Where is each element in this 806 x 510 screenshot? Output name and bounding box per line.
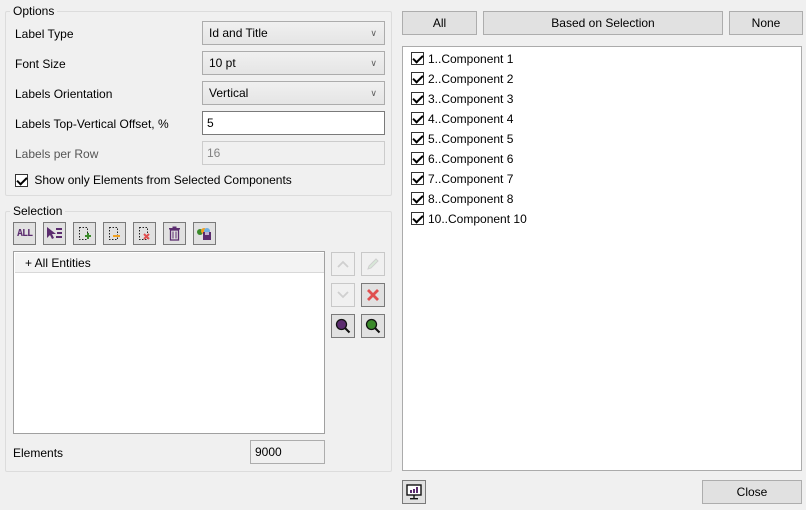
chevron-down-icon: ∨ [370,58,377,68]
options-title: Options [10,4,58,18]
presentation-chart-icon [406,484,422,500]
pencil-icon [367,258,379,270]
move-up-button[interactable] [331,252,355,276]
select-all-button[interactable]: ALL [13,222,36,245]
labels-orientation-select[interactable]: Vertical ∨ [202,81,385,105]
label-type-label: Label Type [15,27,74,41]
tree-item-label: + All Entities [25,256,91,270]
remove-selection-icon [139,227,150,240]
labels-offset-input[interactable]: 5 [202,111,385,135]
subtract-selection-button[interactable] [103,222,126,245]
component-label: 5..Component 5 [428,132,514,146]
based-on-selection-button[interactable]: Based on Selection [483,11,723,35]
add-selection-icon [79,227,91,240]
checkbox-checked-icon[interactable] [411,112,424,126]
checkbox-checked-icon [15,174,28,188]
move-down-button[interactable] [331,283,355,307]
component-label: 6..Component 6 [428,152,514,166]
show-only-selected-checkbox[interactable]: Show only Elements from Selected Compone… [15,172,292,188]
label-type-select[interactable]: Id and Title ∨ [202,21,385,45]
component-item[interactable]: 1..Component 1 [411,49,513,69]
selection-tree[interactable]: + All Entities [13,251,325,434]
component-item[interactable]: 5..Component 5 [411,129,513,149]
checkbox-checked-icon[interactable] [411,72,424,86]
trash-icon [169,226,180,241]
zoom-green-button[interactable] [361,314,385,338]
component-label: 3..Component 3 [428,92,514,106]
checkbox-checked-icon[interactable] [411,52,424,66]
select-all-components-button[interactable]: All [402,11,477,35]
font-size-label: Font Size [15,57,66,71]
font-size-select[interactable]: 10 pt ∨ [202,51,385,75]
save-selection-button[interactable] [193,222,216,245]
component-item[interactable]: 3..Component 3 [411,89,513,109]
labels-orientation-label: Labels Orientation [15,87,113,101]
checkbox-checked-icon[interactable] [411,192,424,206]
component-label: 2..Component 2 [428,72,514,86]
component-label: 10..Component 10 [428,212,527,226]
checkbox-checked-icon[interactable] [411,172,424,186]
select-list-icon [47,227,62,239]
component-item[interactable]: 10..Component 10 [411,209,527,229]
chevron-down-icon: ∨ [370,28,377,38]
edit-button[interactable] [361,252,385,276]
component-label: 1..Component 1 [428,52,514,66]
chevron-down-icon [337,291,349,299]
component-item[interactable]: 4..Component 4 [411,109,513,129]
checkbox-checked-icon[interactable] [411,132,424,146]
magnifier-icon [365,318,381,334]
component-label: 7..Component 7 [428,172,514,186]
close-button[interactable]: Close [702,480,802,504]
selection-title: Selection [10,204,66,218]
add-selection-button[interactable] [73,222,96,245]
elements-label: Elements [13,446,64,460]
select-all-icon: ALL [16,228,33,239]
chevron-up-icon [337,260,349,268]
component-label: 8..Component 8 [428,192,514,206]
tree-item-all-entities[interactable]: + All Entities [15,253,324,273]
checkbox-checked-icon[interactable] [411,92,424,106]
labels-orientation-value: Vertical [209,86,249,100]
labels-per-row-label: Labels per Row [15,147,99,161]
labels-per-row-input: 16 [202,141,385,165]
close-icon [367,289,379,301]
subtract-selection-icon [109,227,120,240]
select-list-button[interactable] [43,222,66,245]
presentation-button[interactable] [402,480,426,504]
labels-offset-label: Labels Top-Vertical Offset, % [15,117,169,131]
label-type-value: Id and Title [209,26,268,40]
component-item[interactable]: 6..Component 6 [411,149,513,169]
checkbox-checked-icon[interactable] [411,152,424,166]
elements-count-field: 9000 [250,440,325,464]
delete-button[interactable] [163,222,186,245]
component-label: 4..Component 4 [428,112,514,126]
remove-button[interactable] [361,283,385,307]
magnifier-icon [335,318,351,334]
chevron-down-icon: ∨ [370,88,377,98]
show-only-selected-label: Show only Elements from Selected Compone… [34,173,292,187]
component-item[interactable]: 7..Component 7 [411,169,513,189]
select-none-button[interactable]: None [729,11,803,35]
component-item[interactable]: 2..Component 2 [411,69,513,89]
component-item[interactable]: 8..Component 8 [411,189,513,209]
zoom-purple-button[interactable] [331,314,355,338]
checkbox-checked-icon[interactable] [411,212,424,226]
components-list[interactable]: 1..Component 1 2..Component 2 3..Component… [402,46,802,471]
remove-selection-button[interactable] [133,222,156,245]
save-selection-icon [197,228,211,240]
font-size-value: 10 pt [209,56,236,70]
